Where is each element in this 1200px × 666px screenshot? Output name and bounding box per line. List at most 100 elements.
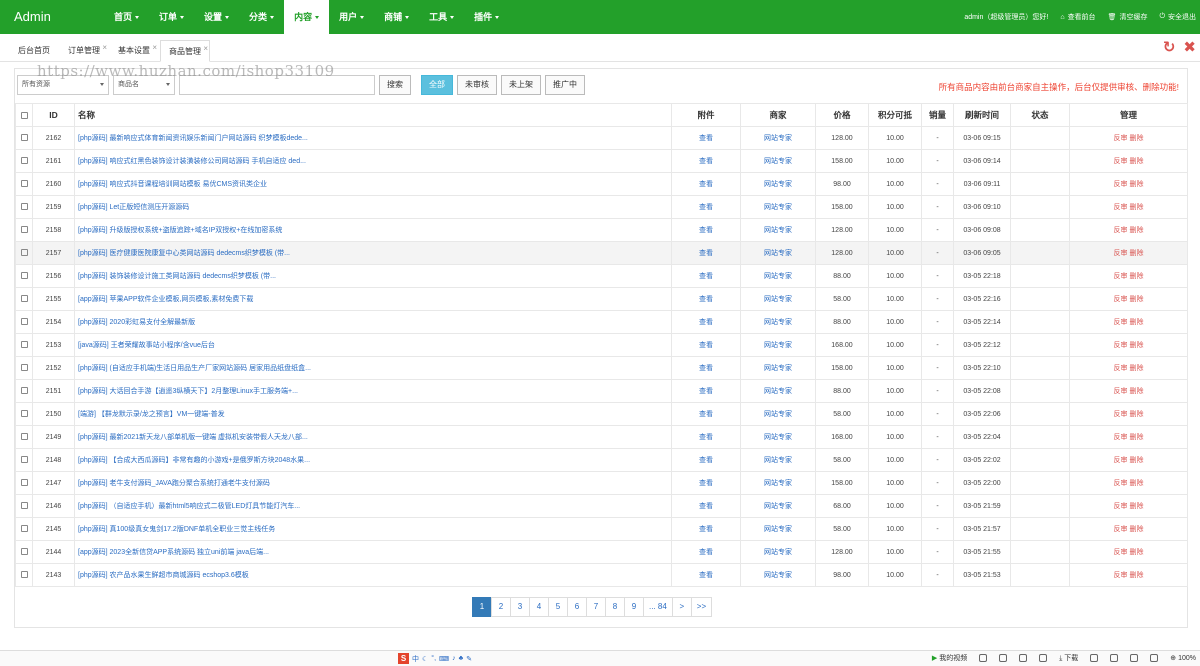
unreview-link[interactable]: 反审	[1114, 181, 1128, 188]
window-icon[interactable]	[1090, 654, 1099, 662]
screenshot-icon[interactable]	[1039, 654, 1048, 662]
row-name[interactable]: [php源码] 装饰装修设计施工类网站源码 dedecms织梦模板 (带...	[74, 264, 672, 288]
delete-link[interactable]: 删除	[1129, 273, 1143, 280]
delete-link[interactable]: 删除	[1129, 181, 1143, 188]
row-merchant-link[interactable]: 网站专家	[740, 333, 816, 357]
filter-all-button[interactable]: 全部	[421, 75, 453, 95]
row-merchant-link[interactable]: 网站专家	[740, 264, 816, 288]
row-name[interactable]: [php源码] 最新2021新天龙八部单机版一键端 虚拟机安装带假人天龙八部..…	[74, 425, 672, 449]
row-checkbox[interactable]	[15, 195, 33, 219]
row-attachment-link[interactable]: 查看	[671, 287, 741, 311]
nav-item-6[interactable]: 商铺	[374, 0, 419, 34]
close-all-icon[interactable]: ✖	[1183, 38, 1196, 56]
delete-link[interactable]: 删除	[1129, 319, 1143, 326]
row-attachment-link[interactable]: 查看	[671, 149, 741, 173]
row-attachment-link[interactable]: 查看	[671, 494, 741, 518]
nav-item-0[interactable]: 首页	[104, 0, 149, 34]
row-checkbox[interactable]	[15, 287, 33, 311]
row-name[interactable]: [php源码] 【合成大西瓜源码】非常有趣的小游戏+是俄罗斯方块2048水果..…	[74, 448, 672, 472]
row-attachment-link[interactable]: 查看	[671, 448, 741, 472]
unreview-link[interactable]: 反审	[1114, 204, 1128, 211]
row-checkbox[interactable]	[15, 241, 33, 265]
unreview-link[interactable]: 反审	[1114, 319, 1128, 326]
delete-link[interactable]: 删除	[1129, 342, 1143, 349]
delete-link[interactable]: 删除	[1129, 135, 1143, 142]
row-attachment-link[interactable]: 查看	[671, 333, 741, 357]
row-merchant-link[interactable]: 网站专家	[740, 540, 816, 564]
delete-link[interactable]: 删除	[1129, 296, 1143, 303]
zoom-level[interactable]: ⊕ 100%	[1170, 654, 1196, 662]
unreview-link[interactable]: 反审	[1114, 526, 1128, 533]
row-merchant-link[interactable]: 网站专家	[740, 195, 816, 219]
row-checkbox[interactable]	[15, 310, 33, 334]
row-attachment-link[interactable]: 查看	[671, 379, 741, 403]
row-merchant-link[interactable]: 网站专家	[740, 310, 816, 334]
heart-icon[interactable]	[1019, 654, 1028, 662]
page-button[interactable]: ... 84	[643, 597, 673, 617]
page-button[interactable]: 7	[586, 597, 606, 617]
row-name[interactable]: [php源码] 响应式抖音课程培训网站模板 易优CMS资讯类企业	[74, 172, 672, 196]
row-merchant-link[interactable]: 网站专家	[740, 149, 816, 173]
row-name[interactable]: [php源码] 农产品水果生鲜超市商城源码 ecshop3.6模板	[74, 563, 672, 587]
unreview-link[interactable]: 反审	[1114, 480, 1128, 487]
delete-link[interactable]: 删除	[1129, 158, 1143, 165]
row-attachment-link[interactable]: 查看	[671, 172, 741, 196]
nav-item-1[interactable]: 订单	[149, 0, 194, 34]
delete-link[interactable]: 删除	[1129, 457, 1143, 464]
tab-1[interactable]: 订单管理 ×	[60, 40, 108, 62]
ime-toolbar[interactable]: S 中 ☾ °, ⌨ ♪ ♣ ✎	[398, 653, 472, 664]
row-merchant-link[interactable]: 网站专家	[740, 425, 816, 449]
row-checkbox[interactable]	[15, 517, 33, 541]
row-checkbox[interactable]	[15, 264, 33, 288]
row-name[interactable]: [php源码] 最新响应式体育新闻资讯娱乐新闻门户网站源码 织梦模板dede..…	[74, 126, 672, 150]
unreview-link[interactable]: 反审	[1114, 273, 1128, 280]
row-attachment-link[interactable]: 查看	[671, 471, 741, 495]
row-checkbox[interactable]	[15, 540, 33, 564]
row-checkbox[interactable]	[15, 402, 33, 426]
page-button[interactable]: 2	[491, 597, 511, 617]
row-attachment-link[interactable]: 查看	[671, 218, 741, 242]
row-attachment-link[interactable]: 查看	[671, 126, 741, 150]
page-button[interactable]: 5	[548, 597, 568, 617]
row-name[interactable]: [php源码] （自适应手机）最新html5响应式二极管LED灯具节能灯汽车..…	[74, 494, 672, 518]
row-name[interactable]: [app源码] 2023全新信贷APP系统源码 独立uni前端 java后端..…	[74, 540, 672, 564]
row-checkbox[interactable]	[15, 471, 33, 495]
tab-close-icon[interactable]: ×	[203, 38, 208, 59]
game-icon[interactable]	[999, 654, 1008, 662]
page-button[interactable]: 4	[529, 597, 549, 617]
row-merchant-link[interactable]: 网站专家	[740, 287, 816, 311]
row-merchant-link[interactable]: 网站专家	[740, 448, 816, 472]
nav-item-5[interactable]: 用户	[329, 0, 374, 34]
page-button[interactable]: 8	[605, 597, 625, 617]
delete-link[interactable]: 删除	[1129, 480, 1143, 487]
unreview-link[interactable]: 反审	[1114, 135, 1128, 142]
unreview-link[interactable]: 反审	[1114, 549, 1128, 556]
row-name[interactable]: [php源码] 老牛支付源码_JAVA跑分聚合系统打通老牛支付源码	[74, 471, 672, 495]
row-checkbox[interactable]	[15, 425, 33, 449]
delete-link[interactable]: 删除	[1129, 572, 1143, 579]
row-attachment-link[interactable]: 查看	[671, 195, 741, 219]
nav-item-2[interactable]: 设置	[194, 0, 239, 34]
page-button[interactable]: >	[671, 597, 692, 617]
filter-unreviewed-button[interactable]: 未审核	[457, 75, 497, 95]
shield-icon[interactable]	[979, 654, 988, 662]
page-button[interactable]: >>	[690, 597, 713, 617]
nav-item-4[interactable]: 内容	[284, 0, 330, 34]
row-attachment-link[interactable]: 查看	[671, 310, 741, 334]
delete-link[interactable]: 删除	[1129, 411, 1143, 418]
delete-link[interactable]: 删除	[1129, 526, 1143, 533]
row-checkbox[interactable]	[15, 448, 33, 472]
nav-item-3[interactable]: 分类	[239, 0, 284, 34]
search-button[interactable]: 搜索	[379, 75, 411, 95]
unreview-link[interactable]: 反审	[1114, 296, 1128, 303]
tile-icon[interactable]	[1130, 654, 1139, 662]
tab-close-icon[interactable]: ×	[152, 37, 157, 58]
row-attachment-link[interactable]: 查看	[671, 264, 741, 288]
delete-link[interactable]: 删除	[1129, 388, 1143, 395]
row-name[interactable]: [php源码] 大话回合手游【逍遥3纵横天下】2月整理Linux手工服务端+..…	[74, 379, 672, 403]
nav-item-7[interactable]: 工具	[419, 0, 464, 34]
row-merchant-link[interactable]: 网站专家	[740, 218, 816, 242]
unreview-link[interactable]: 反审	[1114, 365, 1128, 372]
row-checkbox[interactable]	[15, 149, 33, 173]
row-checkbox[interactable]	[15, 494, 33, 518]
